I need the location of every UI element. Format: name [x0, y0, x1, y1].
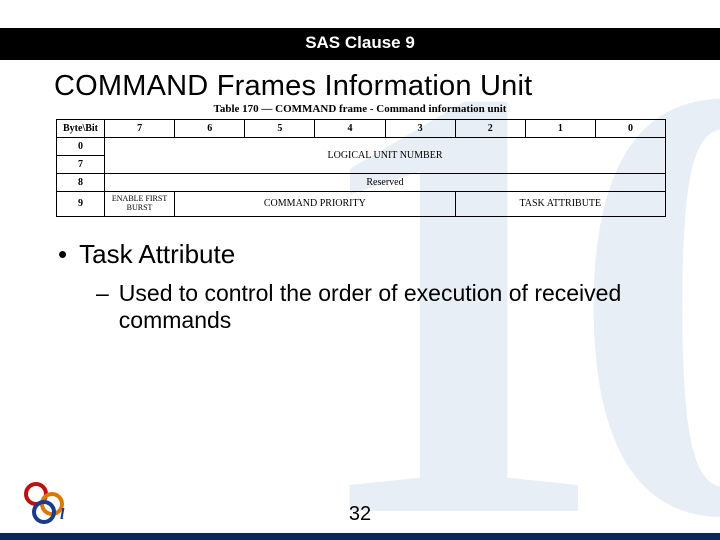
bit-5: 5: [245, 120, 315, 138]
table-row: 8 Reserved: [57, 174, 666, 192]
bit-3: 3: [385, 120, 455, 138]
bit-2: 2: [455, 120, 525, 138]
bit-1: 1: [525, 120, 595, 138]
table-wrap: Byte\Bit 7 6 5 4 3 2 1 0 0 LOGICAL UNIT …: [0, 115, 720, 217]
slide-title: COMMAND Frames Information Unit: [0, 60, 720, 105]
topbar-spacer: [0, 0, 720, 28]
corner-cell: Byte\Bit: [57, 120, 105, 138]
table-row: 0 LOGICAL UNIT NUMBER: [57, 138, 666, 156]
bullet1-text: Task Attribute: [79, 239, 235, 270]
bullet-list: • Task Attribute – Used to control the o…: [0, 217, 720, 334]
table-caption: Table 170 — COMMAND frame - Command info…: [0, 103, 720, 115]
bit-4: 4: [315, 120, 385, 138]
table-row: 9 ENABLE FIRST BURST COMMAND PRIORITY TA…: [57, 192, 666, 217]
table-header-row: Byte\Bit 7 6 5 4 3 2 1 0: [57, 120, 666, 138]
lun-cell: LOGICAL UNIT NUMBER: [105, 138, 666, 174]
slide: 10 SAS Clause 9 COMMAND Frames Informati…: [0, 0, 720, 540]
byte-7: 7: [57, 156, 105, 174]
bullet-dash-icon: –: [96, 280, 109, 307]
bit-0: 0: [595, 120, 665, 138]
bullet-level2: – Used to control the order of execution…: [96, 280, 656, 334]
category-bar: SAS Clause 9: [0, 28, 720, 60]
bit-6: 6: [175, 120, 245, 138]
content: SAS Clause 9 COMMAND Frames Information …: [0, 0, 720, 334]
bottom-bar: [0, 533, 720, 540]
bullet2-text: Used to control the order of execution o…: [119, 280, 656, 334]
command-frame-table: Byte\Bit 7 6 5 4 3 2 1 0 0 LOGICAL UNIT …: [56, 119, 666, 217]
byte-8: 8: [57, 174, 105, 192]
bullet-level1: • Task Attribute: [58, 239, 666, 270]
enable-first-burst-cell: ENABLE FIRST BURST: [105, 192, 175, 217]
category-text: SAS Clause 9: [305, 33, 415, 52]
task-attribute-cell: TASK ATTRIBUTE: [455, 192, 665, 217]
command-priority-cell: COMMAND PRIORITY: [175, 192, 456, 217]
reserved-cell: Reserved: [105, 174, 666, 192]
bit-7: 7: [105, 120, 175, 138]
byte-0: 0: [57, 138, 105, 156]
page-number: 32: [0, 503, 720, 526]
bullet-dot-icon: •: [58, 239, 67, 270]
byte-9: 9: [57, 192, 105, 217]
